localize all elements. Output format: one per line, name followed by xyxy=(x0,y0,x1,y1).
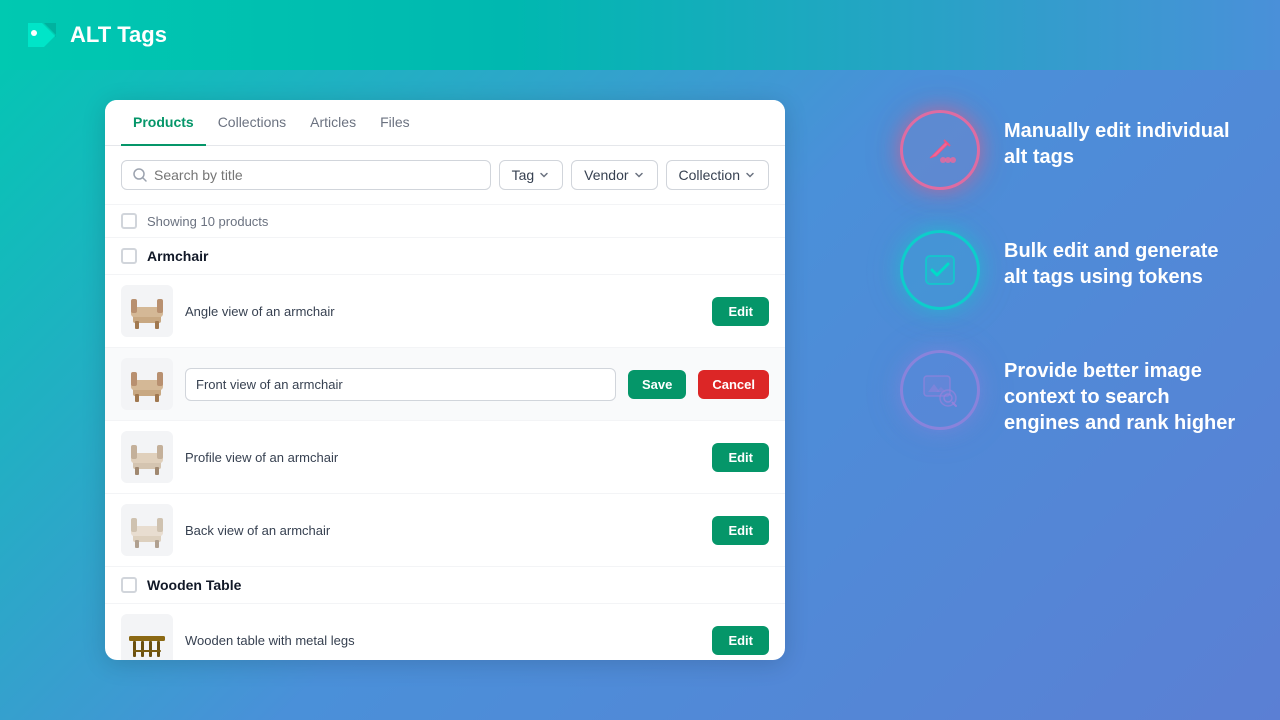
wooden-table-group-checkbox[interactable] xyxy=(121,577,137,593)
feature-icon-context xyxy=(900,350,980,430)
edit-button[interactable]: Edit xyxy=(712,443,769,472)
search-row: Tag Vendor Collection xyxy=(105,146,785,205)
wooden-table-image xyxy=(125,618,169,660)
product-alt-text: Angle view of an armchair xyxy=(185,304,700,319)
feature-text-edit: Manually edit individual alt tags xyxy=(1004,110,1240,170)
feature-text-bulk: Bulk edit and generate alt tags using to… xyxy=(1004,230,1240,290)
search-box xyxy=(121,160,491,190)
vendor-filter-button[interactable]: Vendor xyxy=(571,160,657,190)
product-thumbnail xyxy=(121,358,173,410)
vendor-filter-label: Vendor xyxy=(584,167,628,183)
checkmark-icon xyxy=(918,248,962,292)
product-thumbnail xyxy=(121,285,173,337)
armchair-group-checkbox[interactable] xyxy=(121,248,137,264)
armchair-group-name: Armchair xyxy=(147,248,208,264)
armchair-image-2 xyxy=(125,362,169,406)
tabs-bar: Products Collections Articles Files xyxy=(105,100,785,146)
showing-count: Showing 10 products xyxy=(147,214,268,229)
app-card: Products Collections Articles Files Tag xyxy=(105,100,785,660)
product-alt-text: Wooden table with metal legs xyxy=(185,633,700,648)
logo: ALT Tags xyxy=(24,17,167,53)
feature-item-context: Provide better image context to search e… xyxy=(900,350,1240,436)
tab-collections[interactable]: Collections xyxy=(206,100,298,146)
armchair-image-4 xyxy=(125,508,169,552)
collection-filter-button[interactable]: Collection xyxy=(666,160,769,190)
logo-text: ALT Tags xyxy=(70,22,167,48)
product-alt-text: Back view of an armchair xyxy=(185,523,700,538)
table-row: Angle view of an armchair Edit xyxy=(105,274,785,347)
product-thumbnail xyxy=(121,614,173,660)
vendor-chevron-icon xyxy=(633,169,645,181)
product-thumbnail xyxy=(121,431,173,483)
feature-item-edit: Manually edit individual alt tags xyxy=(900,110,1240,190)
table-row: Save Cancel xyxy=(105,347,785,420)
armchair-image-3 xyxy=(125,435,169,479)
edit-button[interactable]: Edit xyxy=(712,626,769,655)
collection-chevron-icon xyxy=(744,169,756,181)
table-row: Back view of an armchair Edit xyxy=(105,493,785,566)
select-all-checkbox[interactable] xyxy=(121,213,137,229)
features-panel: Manually edit individual alt tags Bulk e… xyxy=(860,80,1280,466)
product-thumbnail xyxy=(121,504,173,556)
tag-chevron-icon xyxy=(538,169,550,181)
cancel-button[interactable]: Cancel xyxy=(698,370,769,399)
tag-filter-button[interactable]: Tag xyxy=(499,160,564,190)
alt-edit-input[interactable] xyxy=(185,368,616,401)
save-button[interactable]: Save xyxy=(628,370,686,399)
feature-icon-bulk xyxy=(900,230,980,310)
armchair-group: Armchair Angle view of an armchair Edit xyxy=(105,238,785,567)
tag-filter-label: Tag xyxy=(512,167,535,183)
showing-row: Showing 10 products xyxy=(105,205,785,238)
table-row: Profile view of an armchair Edit xyxy=(105,420,785,493)
feature-text-context: Provide better image context to search e… xyxy=(1004,350,1240,436)
edit-button[interactable]: Edit xyxy=(712,297,769,326)
logo-icon xyxy=(24,17,60,53)
collection-filter-label: Collection xyxy=(679,167,740,183)
armchair-group-header: Armchair xyxy=(105,238,785,274)
edit-button[interactable]: Edit xyxy=(712,516,769,545)
search-input[interactable] xyxy=(154,167,480,183)
feature-icon-edit xyxy=(900,110,980,190)
wooden-table-group-header: Wooden Table xyxy=(105,567,785,603)
pencil-icon xyxy=(920,130,960,170)
table-row: Wooden table with metal legs Edit xyxy=(105,603,785,660)
armchair-image-1 xyxy=(125,289,169,333)
tab-files[interactable]: Files xyxy=(368,100,422,146)
wooden-table-group-name: Wooden Table xyxy=(147,577,241,593)
wooden-table-group: Wooden Table xyxy=(105,567,785,660)
header: ALT Tags xyxy=(0,0,1280,70)
product-alt-text: Profile view of an armchair xyxy=(185,450,700,465)
search-icon xyxy=(132,167,148,183)
tab-products[interactable]: Products xyxy=(121,100,206,146)
search-image-icon xyxy=(918,368,962,412)
feature-item-bulk: Bulk edit and generate alt tags using to… xyxy=(900,230,1240,310)
tab-articles[interactable]: Articles xyxy=(298,100,368,146)
